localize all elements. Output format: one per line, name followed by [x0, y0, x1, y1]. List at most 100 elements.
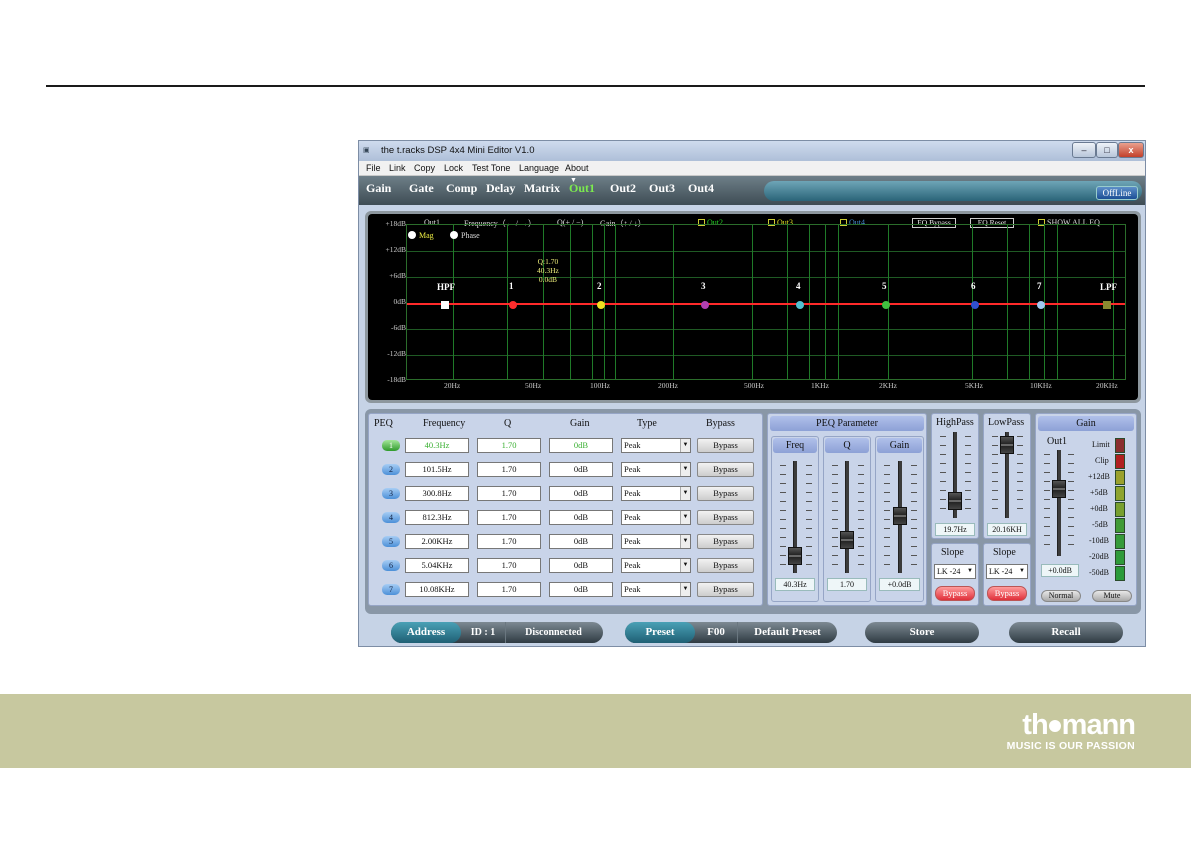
type-select[interactable]: Peak ▼ — [621, 582, 691, 597]
menu-about[interactable]: About — [565, 163, 589, 173]
tab-comp[interactable]: Comp — [446, 181, 477, 196]
type-select[interactable]: Peak ▼ — [621, 438, 691, 453]
point-4[interactable] — [796, 301, 804, 309]
fader-knob[interactable] — [893, 507, 907, 525]
type-select[interactable]: Peak ▼ — [621, 486, 691, 501]
fader-knob[interactable] — [1052, 480, 1066, 498]
tab-out4[interactable]: Out4 — [688, 181, 714, 196]
bypass-header: Bypass — [706, 418, 735, 429]
address-button[interactable]: Address — [391, 622, 461, 643]
x-label: 20Hz — [444, 381, 461, 390]
q-field[interactable]: 1.70 — [477, 462, 541, 477]
frequency-field[interactable]: 5.04KHz — [405, 558, 469, 573]
lowpass-bypass-button[interactable]: Bypass — [987, 586, 1027, 601]
normal-button[interactable]: Normal — [1041, 590, 1081, 602]
freq-fader[interactable] — [788, 461, 802, 573]
q-field[interactable]: 1.70 — [477, 486, 541, 501]
frequency-field[interactable]: 812.3Hz — [405, 510, 469, 525]
bypass-button[interactable]: Bypass — [697, 534, 754, 549]
frequency-field[interactable]: 40.3Hz — [405, 438, 469, 453]
gain-field[interactable]: 0dB — [549, 558, 613, 573]
fader-knob[interactable] — [948, 492, 962, 510]
gain-field[interactable]: 0dB — [549, 486, 613, 501]
tab-out2[interactable]: Out2 — [610, 181, 636, 196]
peq-band-button-2[interactable]: 2 — [382, 464, 400, 475]
tick-scale — [1068, 454, 1074, 552]
highpass-fader[interactable] — [948, 432, 962, 518]
point-1[interactable] — [509, 301, 517, 309]
highpass-bypass-button[interactable]: Bypass — [935, 586, 975, 601]
bypass-button[interactable]: Bypass — [697, 558, 754, 573]
gain-field[interactable]: 0dB — [549, 462, 613, 477]
frequency-field[interactable]: 2.00KHz — [405, 534, 469, 549]
bypass-button[interactable]: Bypass — [697, 486, 754, 501]
menu-file[interactable]: File — [366, 163, 381, 173]
point-3[interactable] — [701, 301, 709, 309]
menu-lock[interactable]: Lock — [444, 163, 463, 173]
lowpass-fader[interactable] — [1000, 432, 1014, 518]
lowpass-readout: 20.16KH — [987, 523, 1027, 536]
type-select[interactable]: Peak ▼ — [621, 510, 691, 525]
fader-knob[interactable] — [840, 531, 854, 549]
tab-gain[interactable]: Gain — [366, 181, 391, 196]
tab-delay[interactable]: Delay — [486, 181, 515, 196]
menu-copy[interactable]: Copy — [414, 163, 435, 173]
menu-language[interactable]: Language — [519, 163, 559, 173]
bypass-button[interactable]: Bypass — [697, 462, 754, 477]
peq-band-button-7[interactable]: 7 — [382, 584, 400, 595]
menu-test-tone[interactable]: Test Tone — [472, 163, 510, 173]
phase-radio[interactable]: Phase — [450, 231, 480, 240]
frequency-field[interactable]: 10.08KHz — [405, 582, 469, 597]
menu-link[interactable]: Link — [389, 163, 406, 173]
eq-graph[interactable]: Out1 Frequency（← / →） Q(+ / −) Gain（↑ / … — [368, 214, 1138, 400]
store-button[interactable]: Store — [865, 622, 979, 643]
peq-band-button-6[interactable]: 6 — [382, 560, 400, 571]
point-hpf[interactable] — [441, 301, 449, 309]
mute-button[interactable]: Mute — [1092, 590, 1132, 602]
q-field[interactable]: 1.70 — [477, 510, 541, 525]
gain-field[interactable]: 0dB — [549, 438, 613, 453]
bypass-button[interactable]: Bypass — [697, 582, 754, 597]
fader-knob[interactable] — [788, 547, 802, 565]
frequency-field[interactable]: 101.5Hz — [405, 462, 469, 477]
type-select[interactable]: Peak ▼ — [621, 534, 691, 549]
close-button[interactable]: x — [1118, 142, 1144, 158]
gain-field[interactable]: 0dB — [549, 510, 613, 525]
bypass-button[interactable]: Bypass — [697, 510, 754, 525]
point-7[interactable] — [1037, 301, 1045, 309]
tab-out3[interactable]: Out3 — [649, 181, 675, 196]
frequency-field[interactable]: 300.8Hz — [405, 486, 469, 501]
point-5[interactable] — [882, 301, 890, 309]
tab-gate[interactable]: Gate — [409, 181, 434, 196]
peq-band-button-4[interactable]: 4 — [382, 512, 400, 523]
gain-fader[interactable] — [893, 461, 907, 573]
gain-field[interactable]: 0dB — [549, 582, 613, 597]
point-lpf[interactable] — [1103, 301, 1111, 309]
mag-radio[interactable]: Mag — [408, 231, 434, 240]
offline-button[interactable]: OffLine — [1096, 186, 1138, 200]
tab-matrix[interactable]: Matrix — [524, 181, 560, 196]
recall-button[interactable]: Recall — [1009, 622, 1123, 643]
q-field[interactable]: 1.70 — [477, 534, 541, 549]
peq-band-button-5[interactable]: 5 — [382, 536, 400, 547]
gain-field[interactable]: 0dB — [549, 534, 613, 549]
fader-knob[interactable] — [1000, 436, 1014, 454]
type-select[interactable]: Peak ▼ — [621, 558, 691, 573]
peq-band-button-1[interactable]: 1 — [382, 440, 400, 451]
q-field[interactable]: 1.70 — [477, 438, 541, 453]
tab-out1[interactable]: Out1 — [569, 181, 595, 196]
bypass-button[interactable]: Bypass — [697, 438, 754, 453]
point-6[interactable] — [971, 301, 979, 309]
point-2[interactable] — [597, 301, 605, 309]
highpass-slope-select[interactable]: LK -24 ▼ — [934, 564, 976, 579]
minimize-button[interactable]: – — [1072, 142, 1096, 158]
maximize-button[interactable]: □ — [1096, 142, 1118, 158]
lowpass-slope-select[interactable]: LK -24 ▼ — [986, 564, 1028, 579]
q-field[interactable]: 1.70 — [477, 582, 541, 597]
q-field[interactable]: 1.70 — [477, 558, 541, 573]
q-fader[interactable] — [840, 461, 854, 573]
preset-button[interactable]: Preset — [625, 622, 695, 643]
output-gain-fader[interactable] — [1052, 450, 1066, 556]
type-select[interactable]: Peak ▼ — [621, 462, 691, 477]
peq-band-button-3[interactable]: 3 — [382, 488, 400, 499]
